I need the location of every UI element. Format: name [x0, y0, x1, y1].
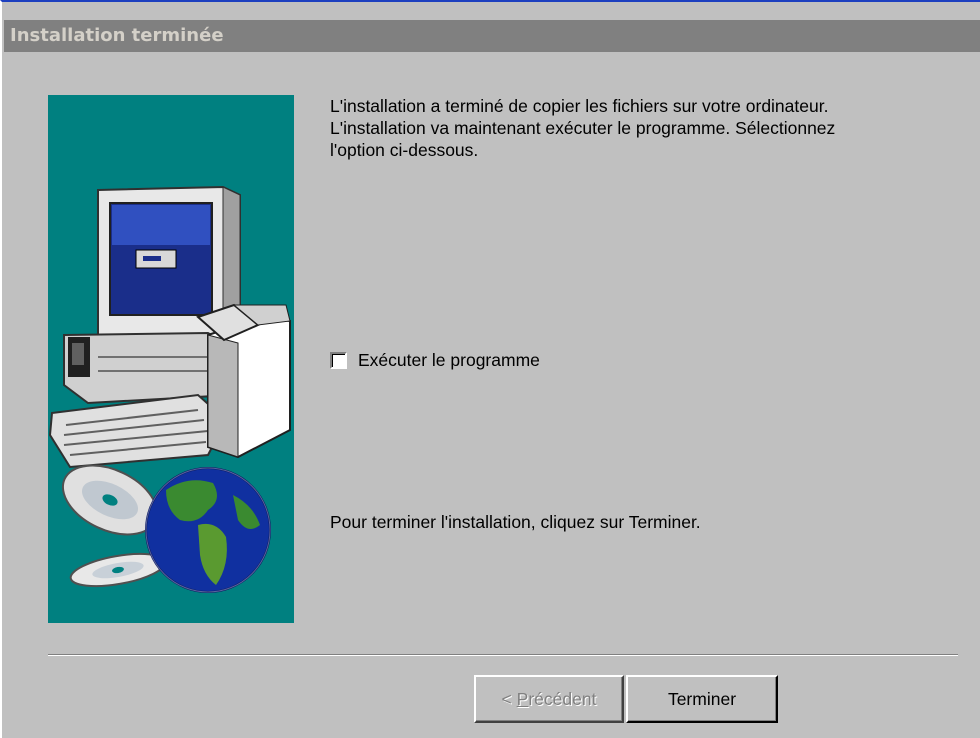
back-button-prefix: <	[501, 688, 517, 709]
globe-icon	[145, 467, 271, 593]
software-box-icon	[196, 303, 291, 459]
run-program-label[interactable]: Exécuter le programme	[358, 350, 540, 371]
wizard-illustration	[48, 95, 294, 623]
intro-line: l'option ci-dessous.	[330, 140, 479, 160]
finish-button-label: Terminer	[667, 688, 737, 709]
window-title-bar[interactable]: Installation terminée	[4, 20, 980, 52]
back-button-accelerator: P	[516, 688, 529, 709]
finish-instructions: Pour terminer l'installation, cliquez su…	[330, 512, 701, 532]
intro-line: L'installation a terminé de copier les f…	[330, 96, 829, 116]
intro-line: L'installation va maintenant exécuter le…	[330, 118, 836, 138]
run-program-option[interactable]: Exécuter le programme	[330, 347, 540, 373]
back-button-label: récédent	[528, 688, 597, 709]
window-title: Installation terminée	[10, 25, 224, 46]
finish-button[interactable]: Terminer	[626, 675, 778, 723]
intro-text: L'installation a terminé de copier les f…	[330, 95, 970, 161]
run-program-checkbox[interactable]	[330, 351, 347, 369]
setup-wizard-window: Installation terminée L'installation a t…	[0, 0, 980, 738]
button-separator	[48, 654, 958, 656]
back-button[interactable]: < Précédent	[474, 675, 624, 723]
